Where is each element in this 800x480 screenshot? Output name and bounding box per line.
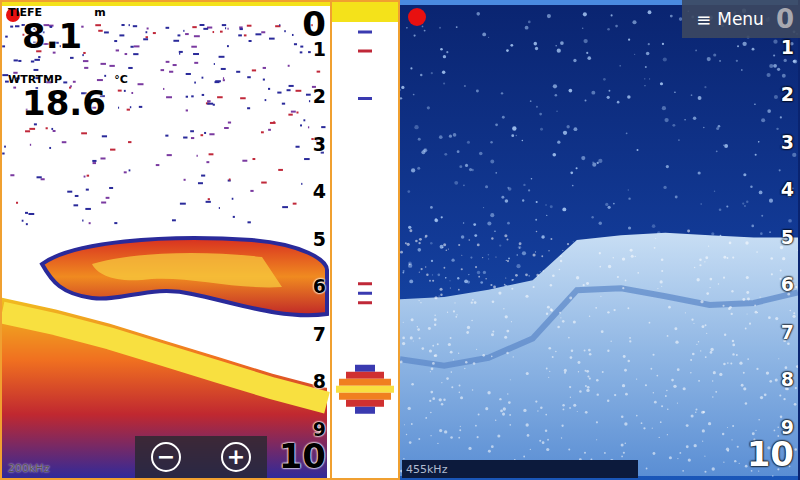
temp-header: WTRTMP °C bbox=[8, 73, 128, 86]
recording-indicator bbox=[408, 8, 426, 26]
depth-scale-label: 5 bbox=[781, 226, 794, 249]
depth-scale-label: 10 bbox=[279, 436, 326, 477]
sonar-screen: TIEFEm8.1WTRTMP°C18.6012345678910−+200kH… bbox=[0, 0, 800, 480]
depth-scale-label: 3 bbox=[781, 131, 794, 154]
depth-value: 8.1 bbox=[8, 19, 128, 55]
zoom-in-button[interactable]: + bbox=[221, 442, 251, 472]
flasher bbox=[330, 2, 398, 478]
depth-scale-label: 1 bbox=[781, 36, 794, 59]
downscan-image bbox=[400, 0, 798, 480]
frequency-label: 455kHz bbox=[406, 463, 447, 476]
frequency-bar: 455kHz bbox=[402, 460, 638, 478]
depth-scale-label: 6 bbox=[781, 273, 794, 296]
temp-value: 18.6 bbox=[8, 86, 128, 122]
depth-scale-label: 8 bbox=[781, 368, 794, 391]
depth-label: TIEFE bbox=[8, 6, 42, 19]
depth-unit: m bbox=[94, 6, 105, 19]
sonar-history: TIEFEm8.1WTRTMP°C18.6012345678910−+200kH… bbox=[2, 2, 330, 478]
depth-scale-label: 7 bbox=[781, 321, 794, 344]
depth-scale-label: 3 bbox=[313, 133, 326, 156]
frequency-label: 200kHz bbox=[8, 462, 49, 475]
depth-scale-label: 4 bbox=[781, 178, 794, 201]
readouts: TIEFE m8.1 WTRTMP °C18.6 bbox=[8, 6, 128, 139]
depth-scale-label: 6 bbox=[313, 275, 326, 298]
zoom-controls: −+ bbox=[135, 436, 267, 478]
depth-scale-label: 1 bbox=[313, 38, 326, 61]
depth-header: TIEFE m bbox=[8, 6, 128, 19]
depth-scale-label: 10 bbox=[747, 434, 794, 475]
depth-scale-label: 5 bbox=[313, 228, 326, 251]
depth-scale-label: 8 bbox=[313, 370, 326, 393]
traditional-sonar-panel: TIEFEm8.1WTRTMP°C18.6012345678910−+200kH… bbox=[0, 0, 400, 480]
downscan-panel: ≡Menu012345678910455kHz bbox=[400, 0, 800, 480]
menu-label: Menu bbox=[717, 9, 764, 29]
temp-label: WTRTMP bbox=[8, 73, 62, 86]
temp-unit: °C bbox=[114, 73, 128, 86]
menu-icon: ≡ bbox=[696, 9, 711, 30]
depth-scale-label: 4 bbox=[313, 180, 326, 203]
flasher-graph bbox=[332, 2, 398, 478]
depth-scale-label: 2 bbox=[313, 85, 326, 108]
depth-scale-label: 0 bbox=[776, 4, 794, 34]
depth-scale-label: 2 bbox=[781, 83, 794, 106]
bottom-line bbox=[2, 297, 327, 387]
depth-scale-label: 7 bbox=[313, 323, 326, 346]
zoom-out-button[interactable]: − bbox=[151, 442, 181, 472]
menu-button[interactable]: ≡ Menu 0 bbox=[682, 0, 800, 38]
